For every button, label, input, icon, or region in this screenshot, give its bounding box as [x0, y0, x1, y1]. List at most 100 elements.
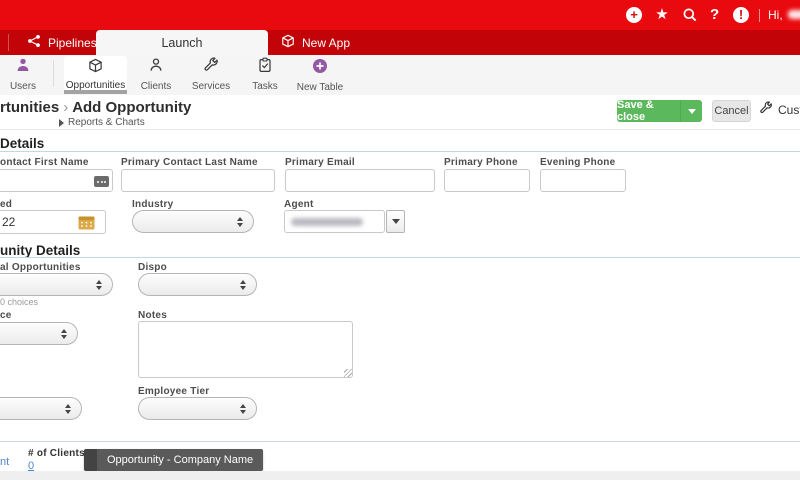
search-icon[interactable]: [682, 7, 698, 23]
toolbar-item-tasks[interactable]: Tasks: [240, 57, 290, 92]
toolbar-item-users[interactable]: Users: [2, 57, 44, 92]
customize-label: Custo: [778, 102, 800, 117]
toolbar-users-label: Users: [9, 81, 37, 92]
breadcrumb: rtunities › Add Opportunity: [0, 99, 191, 116]
tab-launch-label: Launch: [161, 35, 203, 50]
cancel-label: Cancel: [714, 105, 749, 117]
tab-new-app[interactable]: New App: [281, 30, 350, 55]
customize-icon: [759, 101, 773, 118]
employee-tier-label: Employee Tier: [138, 386, 210, 397]
select-stepper-icon: [240, 403, 247, 414]
additional-opportunities-select[interactable]: [0, 273, 113, 296]
active-object-underline: [64, 90, 127, 94]
toolbar-item-new-table[interactable]: New Table: [290, 58, 350, 93]
main-tabbar: Pipelines Launch New App: [0, 30, 800, 55]
partial-link[interactable]: nt: [0, 456, 9, 468]
topbar: + ★ ? ! Hi,: [0, 0, 800, 30]
employee-tier-select[interactable]: [138, 397, 257, 420]
toolbar-tasks-label: Tasks: [252, 81, 278, 92]
breadcrumb-parent-link[interactable]: rtunities: [0, 99, 59, 116]
alert-icon[interactable]: !: [733, 7, 749, 23]
contact-details-section-title: Details: [0, 136, 45, 151]
industry-select[interactable]: [132, 210, 254, 233]
notes-textarea[interactable]: [138, 321, 353, 378]
section-divider: [0, 257, 800, 258]
email-label: Primary Email: [285, 157, 355, 168]
user-greeting[interactable]: Hi,: [768, 8, 783, 22]
drag-tooltip: Opportunity - Company Name: [84, 449, 264, 471]
select-stepper-icon: [65, 403, 72, 414]
cancel-button[interactable]: Cancel: [712, 100, 751, 122]
caret-down-icon: [687, 108, 696, 114]
toolbar-item-opportunities[interactable]: Opportunities: [64, 56, 127, 91]
select-stepper-icon: [237, 216, 244, 227]
autofill-icon[interactable]: [94, 176, 109, 187]
object-toolbar: Users Opportunities Clients Services Tas…: [0, 55, 800, 95]
save-close-label[interactable]: Save & close: [617, 99, 680, 123]
triangle-right-icon: [59, 118, 64, 127]
toolbar-clients-label: Clients: [140, 81, 172, 92]
star-icon[interactable]: ★: [654, 7, 670, 23]
caret-down-icon: [391, 219, 400, 224]
primary-phone-input[interactable]: [444, 169, 530, 192]
reports-charts-label: Reports & Charts: [68, 117, 145, 128]
clients-count-label: # of Clients: [28, 448, 85, 459]
opportunity-details-section-title: unity Details: [0, 243, 81, 258]
evening-phone-label: Evening Phone: [540, 157, 616, 168]
services-icon: [203, 57, 219, 78]
tab-launch[interactable]: Launch: [96, 30, 268, 55]
date-label: ed: [0, 199, 13, 210]
new-app-icon: [281, 34, 295, 51]
source-label: ce: [0, 310, 12, 321]
save-close-button[interactable]: Save & close: [617, 99, 702, 123]
source-select[interactable]: [0, 322, 78, 345]
select-stepper-icon: [96, 279, 103, 290]
new-table-icon: [312, 58, 328, 79]
industry-label: Industry: [132, 199, 174, 210]
first-name-label: ontact First Name: [0, 157, 89, 168]
last-name-input[interactable]: [121, 169, 275, 192]
agent-label: Agent: [284, 199, 314, 210]
select-stepper-icon: [240, 279, 247, 290]
page-title: Add Opportunity: [72, 99, 192, 116]
calendar-icon[interactable]: [78, 215, 95, 235]
select-stepper-icon: [61, 328, 68, 339]
customize-page-button[interactable]: Custo: [759, 101, 800, 118]
users-icon: [15, 57, 31, 78]
dispo-select[interactable]: [138, 273, 257, 296]
notes-label: Notes: [138, 310, 168, 321]
resize-grip-icon[interactable]: [344, 369, 352, 377]
tab-new-app-label: New App: [302, 35, 351, 50]
opportunities-icon: [88, 58, 103, 78]
reports-charts-toggle[interactable]: Reports & Charts: [59, 117, 145, 128]
dispo-label: Dispo: [138, 262, 168, 273]
date-input[interactable]: 22: [0, 210, 106, 234]
add-icon[interactable]: +: [626, 7, 642, 23]
toolbar-new-table-label: New Table: [296, 82, 344, 93]
tab-pipelines[interactable]: Pipelines: [27, 30, 97, 55]
toolbar-item-services[interactable]: Services: [182, 57, 240, 92]
agent-combobox-input[interactable]: [284, 210, 385, 233]
unlabeled-select[interactable]: [0, 397, 82, 420]
evening-phone-input[interactable]: [540, 169, 626, 192]
additional-opportunities-label: al Opportunities: [0, 262, 81, 273]
toolbar-divider: [53, 60, 54, 87]
last-name-label: Primary Contact Last Name: [121, 157, 258, 168]
drag-tooltip-label: Opportunity - Company Name: [97, 449, 264, 471]
choices-hint: 0 choices: [0, 297, 39, 307]
toolbar-item-clients[interactable]: Clients: [130, 57, 182, 92]
primary-phone-label: Primary Phone: [444, 157, 518, 168]
save-options-caret[interactable]: [680, 100, 702, 122]
date-value: 22: [2, 215, 16, 229]
toolbar-services-label: Services: [191, 81, 231, 92]
header-divider: [0, 129, 800, 130]
agent-dropdown-button[interactable]: [386, 210, 405, 233]
breadcrumb-separator: ›: [63, 99, 69, 116]
help-icon[interactable]: ?: [710, 4, 726, 23]
user-name-redacted: [788, 10, 800, 19]
app-window: + ★ ? ! Hi, Pipelines Launch New App Use…: [0, 0, 800, 480]
email-input[interactable]: [285, 169, 435, 192]
tooltip-handle: [84, 449, 97, 471]
agent-name-redacted: [291, 218, 363, 226]
tab-pipelines-label: Pipelines: [48, 35, 97, 50]
